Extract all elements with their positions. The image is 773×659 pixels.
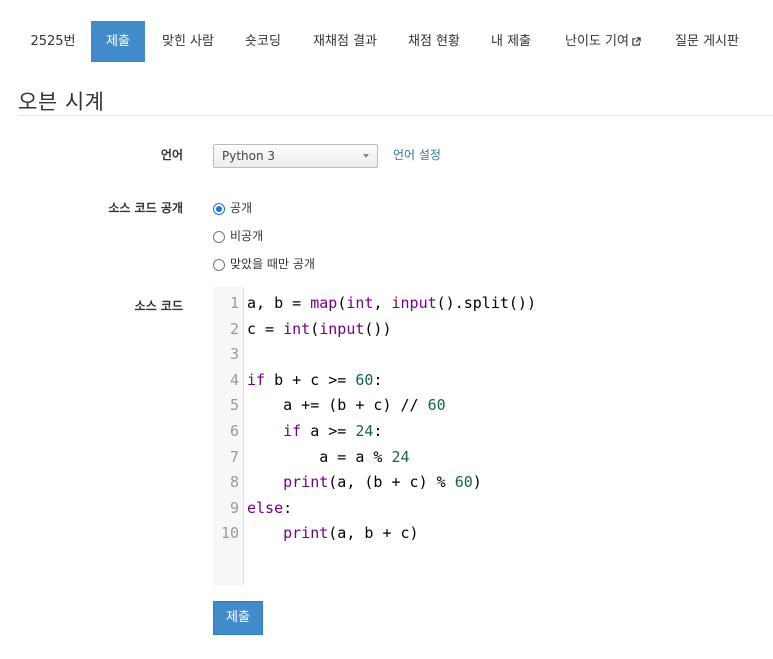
tab-solved-users[interactable]: 맞힌 사람 (150, 21, 226, 62)
language-select[interactable]: Python 3 (213, 144, 378, 168)
code-text: print(a, b + c) (283, 524, 419, 543)
visibility-option-private[interactable]: 비공개 (213, 227, 263, 244)
code-text: if b + c >= 60: (247, 370, 383, 389)
tab-label: 내 제출 (490, 34, 531, 49)
tab-rejudge-result[interactable]: 재채점 결과 (300, 21, 390, 62)
problem-menu-tabs: 2525번 제출 맞힌 사람 숏코딩 재채점 결과 채점 현황 내 제출 난이도… (0, 21, 773, 62)
code-text: a, b = map(int, input().split()) (247, 294, 536, 312)
visibility-option-public[interactable]: 공개 (213, 199, 252, 216)
tab-label: 질문 게시판 (675, 34, 739, 49)
tab-submit[interactable]: 제출 (91, 21, 145, 62)
radio-label: 비공개 (230, 229, 264, 243)
line-number: 3 (229, 345, 239, 364)
title-divider (18, 115, 773, 116)
line-number: 5 (229, 396, 239, 415)
line-number: 2 (229, 319, 239, 338)
code-text: a = a % 24 (247, 447, 410, 466)
line-number: 9 (229, 498, 239, 517)
tab-label: 2525번 (30, 34, 76, 49)
line-number: 7 (229, 447, 239, 466)
code-text: if a >= 24: (283, 422, 383, 440)
external-link-icon (632, 37, 641, 46)
radio-unchecked-icon (213, 259, 225, 271)
submit-button[interactable]: 제출 (213, 601, 263, 635)
tab-difficulty-contribution[interactable]: 난이도 기여 (549, 21, 657, 62)
line-number: 8 (229, 473, 239, 492)
tab-question-board[interactable]: 질문 게시판 (662, 21, 752, 62)
tab-label: 난이도 기여 (565, 34, 629, 49)
radio-label: 공개 (230, 201, 253, 215)
radio-checked-icon (213, 203, 225, 215)
tab-label: 재채점 결과 (313, 34, 377, 49)
page-title: 오븐 시계 (18, 90, 105, 114)
source-code-label: 소스 코드 (134, 299, 183, 313)
visibility-option-accepted-only[interactable]: 맞았을 때만 공개 (213, 255, 315, 272)
line-number: 10 (220, 524, 239, 543)
visibility-label: 소스 코드 공개 (108, 201, 183, 215)
language-settings-link[interactable]: 언어 설정 (393, 146, 441, 163)
code-editor[interactable]: 1 a, b = map(int, input().split()) 2 c = in… (213, 287, 773, 585)
tab-label: 제출 (106, 34, 130, 49)
code-text: else: (247, 498, 293, 517)
chevron-down-icon (363, 154, 369, 158)
tab-my-submissions[interactable]: 내 제출 (478, 21, 544, 62)
language-selected-value: Python 3 (222, 149, 276, 163)
radio-label: 맞았을 때만 공개 (230, 257, 315, 271)
tab-label: 숏코딩 (245, 34, 281, 49)
tab-label: 맞힌 사람 (162, 34, 214, 49)
line-number: 1 (229, 294, 239, 312)
code-text: print(a, (b + c) % 60) (283, 473, 482, 492)
line-number: 6 (229, 422, 239, 440)
language-label: 언어 (160, 148, 183, 162)
tab-judge-status[interactable]: 채점 현황 (395, 21, 473, 62)
tab-label: 채점 현황 (408, 34, 460, 49)
tab-problem-number[interactable]: 2525번 (18, 21, 88, 62)
line-number: 4 (229, 370, 239, 389)
radio-unchecked-icon (213, 231, 225, 243)
tab-short-coding[interactable]: 숏코딩 (231, 21, 295, 62)
code-text: c = int(input()) (247, 319, 392, 338)
code-text: a += (b + c) // 60 (247, 396, 446, 415)
